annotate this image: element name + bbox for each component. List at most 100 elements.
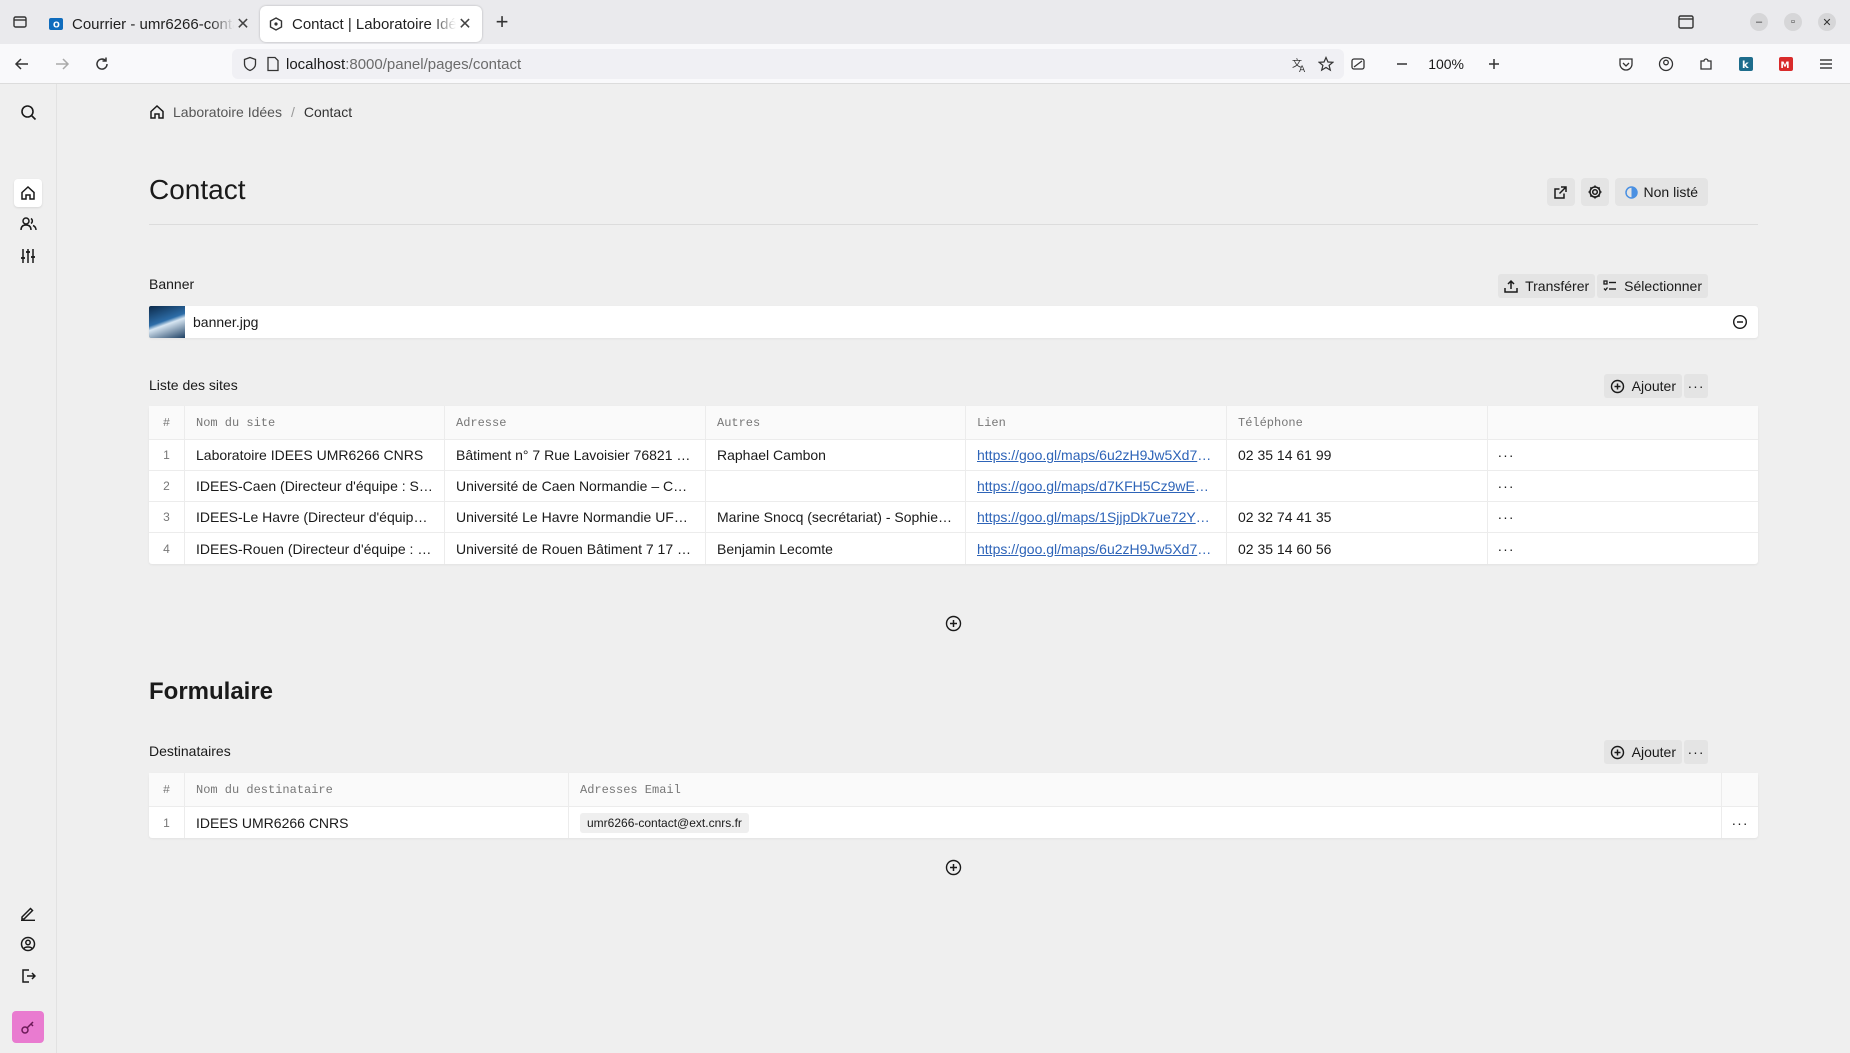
- row-options-button[interactable]: ···: [1722, 807, 1758, 838]
- pocket-button[interactable]: [1608, 48, 1644, 80]
- zoom-level[interactable]: 100%: [1420, 56, 1472, 72]
- sidebar-changes-button[interactable]: [14, 899, 42, 927]
- account-button[interactable]: [1648, 48, 1684, 80]
- cell-nom-destinataire[interactable]: IDEES UMR6266 CNRS: [185, 807, 569, 838]
- table-row[interactable]: 3 IDEES-Le Havre (Directeur d'équipe : F…: [149, 502, 1758, 533]
- browser-tab-contact[interactable]: Contact | Laboratoire Idées ✕: [260, 6, 482, 42]
- settings-button[interactable]: [1580, 178, 1609, 206]
- extensions-button[interactable]: [1688, 48, 1724, 80]
- extension-k-button[interactable]: k: [1728, 48, 1764, 80]
- cell-adresse[interactable]: Bâtiment n° 7 Rue Lavoisier 76821 Mont S…: [445, 440, 706, 470]
- cell-lien[interactable]: https://goo.gl/maps/1SjjpDk7ue72Y4mY8: [966, 502, 1227, 532]
- cell-telephone[interactable]: 02 32 74 41 35: [1227, 502, 1488, 532]
- column-header-options: [1488, 406, 1524, 439]
- cell-autres[interactable]: Benjamin Lecomte: [706, 533, 966, 564]
- cell-nom-text: IDEES-Caen (Directeur d'équipe : Stéphan…: [196, 478, 433, 494]
- star-icon[interactable]: [1318, 56, 1334, 72]
- cell-nom[interactable]: IDEES-Caen (Directeur d'équipe : Stéphan…: [185, 471, 445, 501]
- search-button[interactable]: [14, 98, 42, 126]
- map-link[interactable]: https://goo.gl/maps/1SjjpDk7ue72Y4mY8: [977, 509, 1215, 525]
- cell-autres[interactable]: Marine Snocq (secrétariat) - Sophie Hava…: [706, 502, 966, 532]
- map-link[interactable]: https://goo.gl/maps/6u2zH9Jw5Xd79TiXA: [977, 541, 1215, 557]
- banner-file-item[interactable]: banner.jpg: [149, 306, 1758, 338]
- new-tab-button[interactable]: +: [484, 4, 520, 40]
- breadcrumb-home-link[interactable]: Laboratoire Idées: [173, 104, 282, 120]
- cell-emails[interactable]: umr6266-contact@ext.cnrs.fr: [569, 807, 1722, 838]
- sidebar-account-button[interactable]: [14, 930, 42, 958]
- cell-nom[interactable]: IDEES-Le Havre (Directeur d'équipe : Fab…: [185, 502, 445, 532]
- cell-autres-text: Marine Snocq (secrétariat) - Sophie Hava…: [717, 509, 954, 525]
- license-button[interactable]: [12, 1011, 44, 1043]
- table-row[interactable]: 1 IDEES UMR6266 CNRS umr6266-contact@ext…: [149, 807, 1758, 838]
- sites-table: # Nom du site Adresse Autres Lien Téléph…: [149, 406, 1758, 564]
- table-row[interactable]: 1 Laboratoire IDEES UMR6266 CNRS Bâtimen…: [149, 440, 1758, 471]
- sidebar-item-users[interactable]: [14, 210, 42, 238]
- cell-nom[interactable]: Laboratoire IDEES UMR6266 CNRS: [185, 440, 445, 470]
- add-site-button[interactable]: Ajouter: [1603, 374, 1682, 398]
- tab-list-button[interactable]: [0, 0, 40, 44]
- row-options-button[interactable]: ···: [1488, 502, 1524, 532]
- cell-autres[interactable]: [706, 471, 966, 501]
- row-options-button[interactable]: ···: [1488, 471, 1524, 501]
- map-link[interactable]: https://goo.gl/maps/6u2zH9Jw5Xd79TiXA: [977, 447, 1215, 463]
- cell-lien[interactable]: https://goo.gl/maps/6u2zH9Jw5Xd79TiXA: [966, 533, 1227, 564]
- maximize-button[interactable]: ▫: [1776, 0, 1810, 44]
- select-button[interactable]: Sélectionner: [1597, 274, 1708, 298]
- column-header-options: [1722, 773, 1758, 806]
- page-icon[interactable]: [266, 56, 280, 72]
- close-icon: ✕: [1818, 13, 1836, 31]
- translate-icon[interactable]: 文A: [1291, 56, 1308, 73]
- table-row[interactable]: 4 IDEES-Rouen (Directeur d'équipe : Chri…: [149, 533, 1758, 564]
- close-window-button[interactable]: ✕: [1810, 0, 1844, 44]
- sites-options-button[interactable]: ···: [1684, 374, 1708, 398]
- map-link[interactable]: https://goo.gl/maps/d7KFH5Cz9wEuq97A8: [977, 478, 1215, 494]
- cell-adresse[interactable]: Université Le Havre Normandie UFR Lettre…: [445, 502, 706, 532]
- cell-adresse[interactable]: Université de Caen Normandie – Campus 1: [445, 471, 706, 501]
- minimize-button[interactable]: –: [1742, 0, 1776, 44]
- zoom-out-button[interactable]: [1384, 48, 1420, 80]
- cell-autres[interactable]: Raphael Cambon: [706, 440, 966, 470]
- row-options-button[interactable]: ···: [1488, 533, 1524, 564]
- recipients-options-button[interactable]: ···: [1684, 740, 1708, 764]
- home-icon[interactable]: [149, 104, 165, 120]
- svg-text:O: O: [53, 21, 60, 30]
- row-options-button[interactable]: ···: [1488, 440, 1524, 470]
- sidebar-logout-button[interactable]: [14, 962, 42, 990]
- table-row[interactable]: 2 IDEES-Caen (Directeur d'équipe : Stéph…: [149, 471, 1758, 502]
- close-tab-icon[interactable]: ✕: [456, 15, 474, 33]
- cell-telephone[interactable]: [1227, 471, 1488, 501]
- email-tag[interactable]: umr6266-contact@ext.cnrs.fr: [580, 812, 749, 833]
- breadcrumb-current[interactable]: Contact: [304, 104, 352, 120]
- cell-lien[interactable]: https://goo.gl/maps/d7KFH5Cz9wEuq97A8: [966, 471, 1227, 501]
- browser-tab-mail[interactable]: O Courrier - umr6266-contact@ext.cnrs.fr…: [40, 6, 260, 42]
- cell-lien[interactable]: https://goo.gl/maps/6u2zH9Jw5Xd79TiXA: [966, 440, 1227, 470]
- add-recipient-row-button[interactable]: [942, 856, 964, 878]
- open-page-button[interactable]: [1546, 178, 1575, 206]
- forward-button[interactable]: [44, 48, 80, 80]
- status-button[interactable]: Non listé: [1614, 178, 1708, 206]
- url-text[interactable]: localhost:8000/panel/pages/contact: [286, 56, 521, 73]
- reload-button[interactable]: [84, 48, 120, 80]
- extension-button[interactable]: [1340, 48, 1376, 80]
- back-button[interactable]: [4, 48, 40, 80]
- close-tab-icon[interactable]: ✕: [234, 15, 252, 33]
- extension-m-button[interactable]: M: [1768, 48, 1804, 80]
- upload-button[interactable]: Transférer: [1498, 274, 1596, 298]
- cell-nom[interactable]: IDEES-Rouen (Directeur d'équipe : Christ…: [185, 533, 445, 564]
- cell-adresse[interactable]: Université de Rouen Bâtiment 7 17 rue La…: [445, 533, 706, 564]
- sidebar-item-site[interactable]: [14, 179, 42, 207]
- column-header-nom-destinataire: Nom du destinataire: [185, 773, 569, 806]
- cell-autres-text: Raphael Cambon: [717, 447, 826, 463]
- remove-file-icon[interactable]: [1732, 314, 1748, 333]
- cell-telephone[interactable]: 02 35 14 61 99: [1227, 440, 1488, 470]
- minimize-icon: –: [1750, 13, 1768, 31]
- add-recipient-button[interactable]: Ajouter: [1603, 740, 1682, 764]
- url-bar[interactable]: localhost:8000/panel/pages/contact 文A: [232, 49, 1344, 79]
- shield-icon[interactable]: [242, 56, 258, 72]
- cell-telephone[interactable]: 02 35 14 60 56: [1227, 533, 1488, 564]
- sidebar-item-system[interactable]: [14, 242, 42, 270]
- menu-button[interactable]: [1808, 48, 1844, 80]
- sidebar-toggle-button[interactable]: [1664, 0, 1708, 44]
- add-row-button[interactable]: [942, 612, 964, 634]
- zoom-in-button[interactable]: [1476, 48, 1512, 80]
